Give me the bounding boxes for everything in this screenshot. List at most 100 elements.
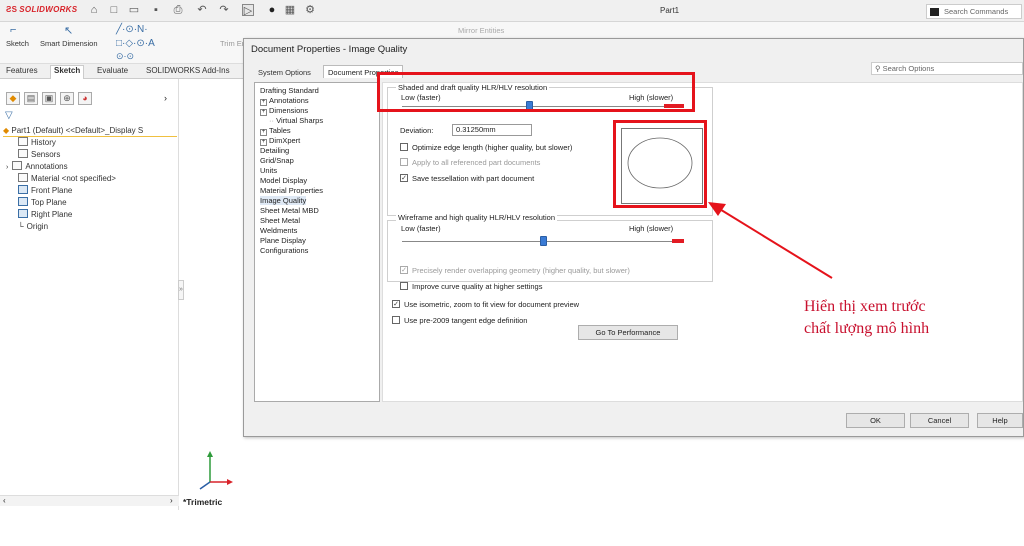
rebuild-icon[interactable]: ● [266,4,278,16]
expand-plus-icon[interactable]: + [260,109,267,116]
tree-weldments[interactable]: Weldments [260,226,297,235]
optimize-edge-checkbox[interactable] [400,143,408,151]
tree-item-sensors[interactable]: Sensors [18,149,60,161]
tree-drafting-standard[interactable]: Drafting Standard [260,86,319,95]
command-prompt-icon [930,8,939,16]
tab-sketch[interactable]: Sketch [50,65,85,79]
tree-dimensions[interactable]: + Dimensions [260,106,308,116]
tree-tables[interactable]: + Tables [260,126,291,136]
print-icon[interactable]: ⎙ [172,4,184,16]
deviation-input[interactable]: 0.31250mm [452,124,532,136]
property-manager-icon[interactable]: ▤ [24,92,38,105]
go-to-performance-button[interactable]: Go To Performance [578,325,678,340]
ok-button[interactable]: OK [846,413,905,428]
tree-sheet-metal-mbd[interactable]: Sheet Metal MBD [260,206,319,215]
tree-item-right-plane[interactable]: Right Plane [18,209,72,221]
tree-material-properties[interactable]: Material Properties [260,186,323,195]
chevron-right-icon[interactable]: › [164,93,167,103]
scroll-right-icon[interactable]: › [170,496,173,505]
expand-arrow-icon[interactable]: › [6,164,8,171]
tree-plane-display[interactable]: Plane Display [260,236,306,245]
sketch-command-label[interactable]: Sketch [6,39,29,48]
tab-solidworks-addins[interactable]: SOLIDWORKS Add-Ins [143,66,233,75]
wireframe-slider-thumb[interactable] [540,236,547,246]
save-icon[interactable]: ▪ [150,4,162,16]
tree-item-material[interactable]: Material <not specified> [18,173,116,185]
scroll-left-icon[interactable]: ‹ [3,496,6,505]
search-options-input[interactable]: ⚲ Search Options [871,62,1023,75]
sensors-icon [18,149,28,158]
smart-dimension-label[interactable]: Smart Dimension [40,39,98,48]
expand-plus-icon[interactable]: + [260,99,267,106]
plane-icon [18,197,28,206]
tree-item-label: Front Plane [31,186,73,195]
tree-detailing[interactable]: Detailing [260,146,289,155]
tree-model-display[interactable]: Model Display [260,176,307,185]
annotations-icon [12,161,23,170]
tree-virtual-sharps[interactable]: ·· Virtual Sharps [269,116,323,125]
help-button[interactable]: Help [977,413,1023,428]
expand-plus-icon[interactable]: + [260,139,267,146]
tab-evaluate[interactable]: Evaluate [94,66,131,75]
select-icon[interactable]: ▷ [242,4,254,17]
new-document-icon[interactable]: □ [108,4,120,16]
circle-tool-icon[interactable]: ⊙·⊙ [116,51,134,62]
tree-annotations[interactable]: + Annotations [260,96,309,106]
line-tool-icon[interactable]: ╱·⊙·Ν· [116,24,148,35]
use-isometric-label: Use isometric, zoom to fit view for docu… [404,300,580,309]
tree-sheet-metal[interactable]: Sheet Metal [260,216,300,225]
options-gear-icon[interactable]: ⚙ [304,4,316,16]
precisely-render-checkbox[interactable]: ✓ [400,266,408,274]
expand-plus-icon[interactable]: + [260,129,267,136]
tree-item-label: Origin [26,222,49,231]
tree-image-quality[interactable]: Image Quality [260,196,307,205]
save-tessellation-checkbox[interactable]: ✓ [400,174,408,182]
smart-dimension-icon[interactable]: ↖ [64,24,73,37]
filter-icon[interactable]: ▽ [5,110,13,121]
sketch-icon[interactable]: ⌐ [10,24,16,36]
tree-configurations[interactable]: Configurations [260,246,308,255]
wireframe-slider-high-zone [672,239,684,243]
mirror-entities-label[interactable]: Mirror Entities [458,26,504,35]
display-manager-icon[interactable]: ◕ [78,92,92,105]
save-tessellation-label: Save tessellation with part document [412,174,535,183]
horizontal-scrollbar[interactable]: ‹ › [0,495,179,506]
use-isometric-checkbox[interactable]: ✓ [392,300,400,308]
feature-manager-icon[interactable]: ◆ [6,92,20,105]
pre2009-checkbox[interactable] [392,316,400,324]
open-icon[interactable]: ▭ [128,4,140,16]
history-icon [18,137,28,146]
triad-icon [199,451,233,490]
file-properties-icon[interactable]: ▦ [284,4,296,16]
configuration-manager-icon[interactable]: ▣ [42,92,56,105]
tree-item-label: Right Plane [31,210,73,219]
tab-system-options[interactable]: System Options [258,68,311,77]
tree-item-top-plane[interactable]: Top Plane [18,197,67,209]
panel-collapse-handle[interactable]: » [178,280,184,300]
tree-dimxpert[interactable]: + DimXpert [260,136,300,146]
tree-units[interactable]: Units [260,166,277,175]
home-icon[interactable]: ⌂ [88,4,100,16]
apply-all-checkbox[interactable] [400,158,408,166]
wireframe-group-title: Wireframe and high quality HLR/HLV resol… [396,213,558,222]
undo-icon[interactable]: ↶ [196,4,208,16]
solidworks-logo[interactable]: ƧS SOLIDWORKS [6,5,77,14]
improve-curve-checkbox[interactable] [400,282,408,290]
rectangle-tool-icon[interactable]: □·◇·⊙·A [116,38,155,49]
tree-item-annotations[interactable]: › Annotations [6,161,68,173]
tree-grid-snap[interactable]: Grid/Snap [260,156,294,165]
optimize-edge-label: Optimize edge length (higher quality, bu… [412,143,573,152]
tree-root-part[interactable]: ◆ Part1 (Default) <<Default>_Display S [3,125,177,137]
plane-icon [18,185,28,194]
cancel-button[interactable]: Cancel [910,413,969,428]
dimxpert-manager-icon[interactable]: ⊕ [60,92,74,105]
search-commands-input[interactable]: Search Commands [926,4,1022,19]
tree-item-front-plane[interactable]: Front Plane [18,185,72,197]
tree-item-history[interactable]: History [18,137,56,149]
tree-item-origin[interactable]: └ Origin [18,221,48,233]
redo-icon[interactable]: ↷ [218,4,230,16]
tree-item-label: Material <not specified> [31,174,116,183]
document-title: Part1 [660,6,680,15]
tab-features[interactable]: Features [3,66,41,75]
annotation-arrow-icon [708,202,833,279]
